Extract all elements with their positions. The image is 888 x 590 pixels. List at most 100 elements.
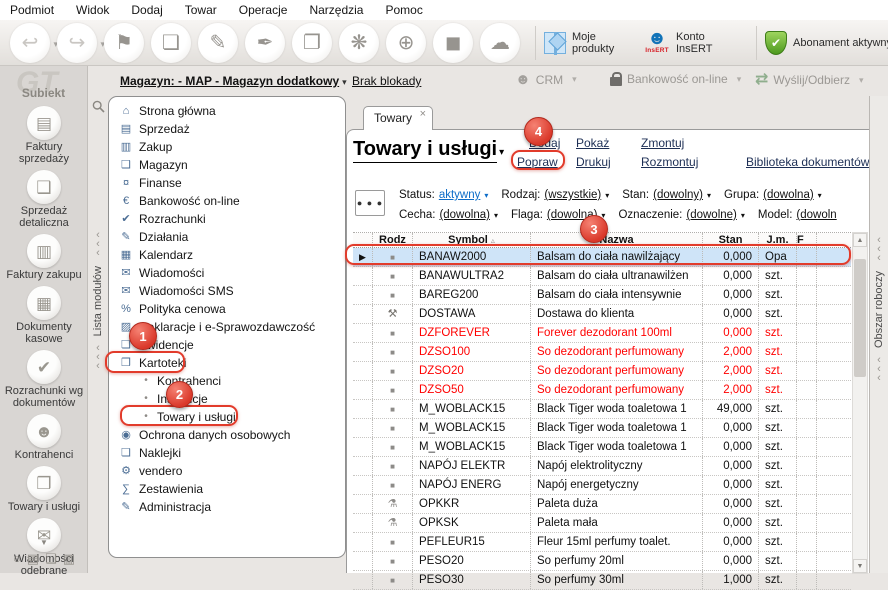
lock-status-link[interactable]: Brak blokady (352, 74, 421, 88)
header-symbol[interactable]: Symbol▵ (413, 233, 531, 247)
page-title[interactable]: Towary i usługi (353, 138, 497, 163)
table-row[interactable]: ■ BAREG200 Balsam do ciała intensywnie 0… (353, 286, 851, 305)
filter-control[interactable]: Model: (dowoln ▾ (758, 209, 837, 227)
sidebar-module-button[interactable]: ❒ Towary i usługi (3, 466, 85, 513)
menu-item[interactable]: Towar (185, 3, 217, 17)
crm-menu[interactable]: ☻ CRM ▾ (515, 72, 577, 87)
toolbar-button[interactable]: ❐ ▾ (292, 23, 332, 63)
table-row[interactable]: ⚒ DOSTAWA Dostawa do klienta 0,000 szt. (353, 305, 851, 324)
menu-item[interactable]: Pomoc (385, 3, 422, 17)
table-row[interactable]: ■ PESO20 So perfumy 20ml 0,000 szt. (353, 552, 851, 571)
table-row[interactable]: ■ DZSO20 So dezodorant perfumowany 2,000… (353, 362, 851, 381)
tree-item[interactable]: ◉ Ochrona danych osobowych (109, 426, 345, 444)
filter-control[interactable]: Stan: (dowolny) ▾ (622, 189, 711, 207)
table-row[interactable]: ■ DZFOREVER Forever dezodorant 100ml 0,0… (353, 324, 851, 343)
tab-towary[interactable]: Towary × (363, 106, 433, 130)
workspace-strip-label[interactable]: Obszar roboczy (873, 271, 885, 348)
table-row[interactable]: ■ DZSO100 So dezodorant perfumowany 2,00… (353, 343, 851, 362)
tree-item[interactable]: € Bankowość on-line (109, 192, 345, 210)
sidebar-module-button[interactable]: ▤ Faktury sprzedaży (3, 106, 85, 165)
table-row[interactable]: ■ PESO30 So perfumy 30ml 1,000 szt. (353, 571, 851, 590)
table-row[interactable]: ■ M_WOBLACK15 Black Tiger woda toaletowa… (353, 400, 851, 419)
toolbar-button[interactable]: ❋ ▾ (339, 23, 379, 63)
scrollbar-thumb[interactable] (854, 259, 866, 377)
online-banking-menu[interactable]: Bankowość on-line ▾ (610, 72, 741, 86)
modules-strip-label[interactable]: Lista modułów (92, 266, 104, 336)
sidebar-more-arrow-icon[interactable]: ▼ (0, 538, 88, 547)
tree-item[interactable]: ✎ Działania (109, 228, 345, 246)
tree-item[interactable]: ✔ Rozrachunki (109, 210, 345, 228)
sidebar-module-button[interactable]: ❑ Sprzedaż detaliczna (3, 170, 85, 229)
filter-control[interactable]: Cecha: (dowolna) ▾ (399, 209, 498, 227)
action-rozmontuj[interactable]: Rozmontuj (641, 155, 698, 169)
table-row[interactable]: ■ NAPÓJ ELEKTR Napój elektrolityczny 0,0… (353, 457, 851, 476)
tree-item[interactable]: ∑ Zestawienia (109, 480, 345, 498)
sidebar-module-button[interactable]: ☻ Kontrahenci (3, 414, 85, 461)
tree-item[interactable]: ▥ Zakup (109, 138, 345, 156)
filter-control[interactable]: Grupa: (dowolna) ▾ (724, 189, 822, 207)
scroll-up-button[interactable]: ▲ (853, 233, 867, 247)
table-row[interactable]: ■ NAPÓJ ENERG Napój energetyczny 0,000 s… (353, 476, 851, 495)
table-row[interactable]: ⚗ OPKKR Paleta duża 0,000 szt. (353, 495, 851, 514)
tree-item[interactable]: ❒ Kartoteki (109, 354, 345, 372)
header-jm[interactable]: J.m. (759, 233, 797, 247)
tab-close-icon[interactable]: × (420, 108, 426, 120)
tree-item[interactable]: % Polityka cenowa (109, 300, 345, 318)
collapse-chevrons-icon[interactable]: ‹‹‹ (877, 356, 881, 383)
toolbar-button[interactable]: ↩ ▾ (10, 23, 50, 63)
collapse-chevrons-icon[interactable]: ‹‹‹ (96, 344, 100, 371)
toolbar-button[interactable]: ◼ ▾ (433, 23, 473, 63)
action-popraw[interactable]: Popraw (517, 155, 558, 169)
toolbar-button[interactable]: ⚑ ▾ (104, 23, 144, 63)
warehouse-selector[interactable]: Magazyn: - MAP - Magazyn dodatkowy▾ (120, 74, 347, 88)
sidebar-module-button[interactable]: ✔ Rozrachunki wg dokumentów (3, 350, 85, 409)
menu-item[interactable]: Operacje (239, 3, 288, 17)
filter-control[interactable]: Oznaczenie: (dowolne) ▾ (618, 209, 744, 227)
collapse-chevrons-icon[interactable]: ‹‹‹ (877, 236, 881, 263)
toolbar-button[interactable]: ↪ ▾ (57, 23, 97, 63)
toolbar-button[interactable]: ❏ ▾ (151, 23, 191, 63)
action-drukuj[interactable]: Drukuj (576, 155, 611, 169)
menu-item[interactable]: Widok (76, 3, 109, 17)
abonament-status[interactable]: ✔ Abonament aktywny (765, 31, 888, 55)
scroll-down-button[interactable]: ▼ (853, 559, 867, 573)
tree-item[interactable]: ¤ Finanse (109, 174, 345, 192)
tree-item[interactable]: • Towary i usługi (109, 408, 345, 426)
send-receive-menu[interactable]: ⇄ Wyślij/Odbierz ▾ (755, 72, 864, 88)
more-filters-button[interactable]: ● ● ● (355, 190, 385, 216)
tree-item[interactable]: ✉ Wiadomości SMS (109, 282, 345, 300)
vertical-scrollbar[interactable]: ▲ ▼ (852, 232, 868, 574)
action-pokaz[interactable]: Pokaż (576, 136, 609, 150)
moje-produkty-button[interactable]: Moje produkty (544, 31, 628, 55)
action-zmontuj[interactable]: Zmontuj (641, 136, 684, 150)
header-f[interactable]: F (797, 233, 817, 247)
filter-control[interactable]: Rodzaj: (wszystkie) ▾ (501, 189, 609, 207)
sidebar-module-button[interactable]: ▥ Faktury zakupu (3, 234, 85, 281)
filter-control[interactable]: Status: aktywny ▾ (399, 189, 488, 207)
table-row[interactable]: ▶ ■ BANAW2000 Balsam do ciała nawilżając… (353, 248, 851, 267)
table-row[interactable]: ■ M_WOBLACK15 Black Tiger woda toaletowa… (353, 438, 851, 457)
toolbar-button[interactable]: ✎ ▾ (198, 23, 238, 63)
action-biblioteka[interactable]: Biblioteka dokumentów (746, 155, 869, 169)
toolbar-button[interactable]: ⊕ ▾ (386, 23, 426, 63)
tree-item[interactable]: ❑ Magazyn (109, 156, 345, 174)
mini-basket-icon[interactable]: ❑ (45, 551, 57, 567)
table-row[interactable]: ■ BANAWULTRA2 Balsam do ciała ultranawil… (353, 267, 851, 286)
tree-item[interactable]: ✎ Administracja (109, 498, 345, 516)
title-dropdown-arrow-icon[interactable]: ▾ (499, 147, 504, 158)
tree-item[interactable]: • Instytucje (109, 390, 345, 408)
mini-circle-icon[interactable]: ○ (13, 551, 21, 567)
tree-item[interactable]: ✉ Wiadomości (109, 264, 345, 282)
table-row[interactable]: ■ DZSO50 So dezodorant perfumowany 2,000… (353, 381, 851, 400)
table-row[interactable]: ⚗ OPKSK Paleta mała 0,000 szt. (353, 514, 851, 533)
search-icon[interactable] (92, 100, 105, 113)
mini-sales-icon[interactable]: ▤ (27, 551, 39, 567)
table-row[interactable]: ■ M_WOBLACK15 Black Tiger woda toaletowa… (353, 419, 851, 438)
menu-item[interactable]: Dodaj (131, 3, 162, 17)
toolbar-button[interactable]: ☁ ▾ (480, 23, 520, 63)
menu-item[interactable]: Narzędzia (309, 3, 363, 17)
tree-item[interactable]: ▤ Sprzedaż (109, 120, 345, 138)
header-nazwa[interactable]: Nazwa (531, 233, 703, 247)
tree-item[interactable]: ⌂ Strona główna (109, 102, 345, 120)
toolbar-button[interactable]: ✒ ▾ (245, 23, 285, 63)
